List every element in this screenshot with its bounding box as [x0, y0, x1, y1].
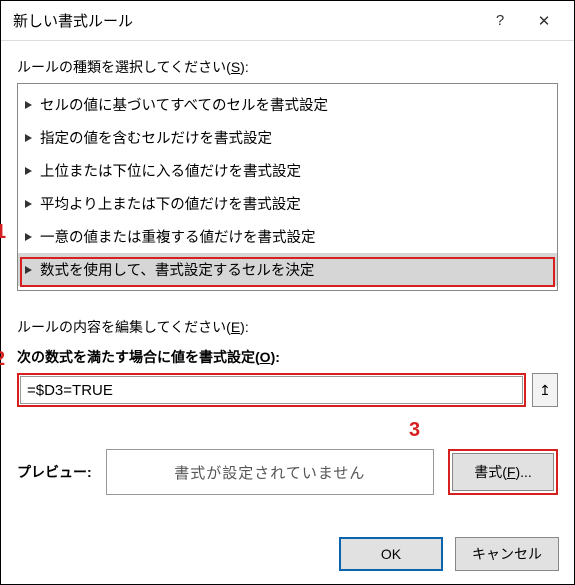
ok-button[interactable]: OK [339, 537, 443, 571]
collapse-dialog-button[interactable]: ↥ [532, 373, 558, 407]
window-title: 新しい書式ルール [13, 10, 478, 31]
annotation-number-3: 3 [409, 419, 420, 442]
rule-type-item-selected[interactable]: 数式を使用して、書式設定するセルを決定 [18, 253, 557, 286]
formula-row: ↥ [17, 373, 558, 407]
formula-label: 次の数式を満たす場合に値を書式設定(O): [17, 347, 558, 367]
annotation-number-2: 2 [0, 348, 5, 371]
preview-box: 書式が設定されていません [106, 449, 434, 495]
rule-type-item[interactable]: 上位または下位に入る値だけを書式設定 [18, 154, 557, 187]
collapse-icon: ↥ [539, 382, 551, 399]
preview-row: プレビュー: 書式が設定されていません 書式(F)... [17, 449, 558, 495]
format-button[interactable]: 書式(F)... [452, 453, 554, 491]
titlebar: 新しい書式ルール ? ✕ [1, 1, 574, 41]
annotation-highlight-2 [17, 373, 526, 407]
preview-label: プレビュー: [17, 462, 92, 482]
edit-rule-label: ルールの内容を編集してください(E): [17, 317, 558, 337]
rule-type-item[interactable]: 指定の値を含むセルだけを書式設定 [18, 121, 557, 154]
help-icon[interactable]: ? [478, 5, 522, 37]
dialog-button-row: OK キャンセル [339, 537, 559, 571]
rule-type-item[interactable]: セルの値に基づいてすべてのセルを書式設定 [18, 88, 557, 121]
rule-type-item[interactable]: 一意の値または重複する値だけを書式設定 [18, 220, 557, 253]
rule-type-list[interactable]: セルの値に基づいてすべてのセルを書式設定 指定の値を含むセルだけを書式設定 上位… [17, 83, 558, 291]
close-icon[interactable]: ✕ [522, 5, 566, 37]
annotation-number-1: 1 [0, 221, 6, 244]
rule-type-item[interactable]: 平均より上または下の値だけを書式設定 [18, 187, 557, 220]
dialog-content: ルールの種類を選択してください(S): セルの値に基づいてすべてのセルを書式設定… [1, 41, 574, 495]
formula-input[interactable] [20, 376, 523, 404]
annotation-highlight-3: 書式(F)... [448, 449, 558, 495]
rule-type-label: ルールの種類を選択してください(S): [17, 57, 558, 77]
cancel-button[interactable]: キャンセル [455, 537, 559, 571]
